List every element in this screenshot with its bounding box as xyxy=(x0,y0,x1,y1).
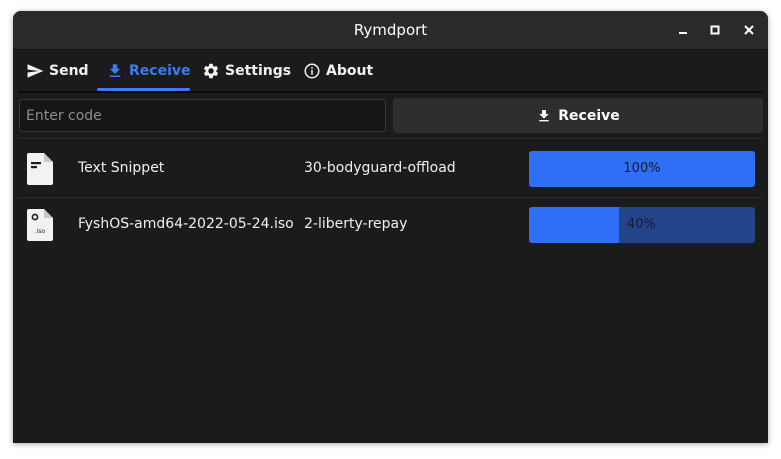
transfer-row: Text Snippet 30-bodyguard-offload 100% xyxy=(13,141,768,197)
title-bar[interactable]: Rymdport xyxy=(13,11,768,50)
iso-icon-label: .iso xyxy=(35,228,46,235)
minimize-icon[interactable] xyxy=(673,20,693,40)
window-title: Rymdport xyxy=(353,21,428,39)
tab-send[interactable]: Send xyxy=(26,50,89,91)
transfer-name: FyshOS-amd64-2022-05-24.iso xyxy=(78,216,294,232)
code-input[interactable] xyxy=(19,99,386,132)
transfer-row: .iso FyshOS-amd64-2022-05-24.iso 2-liber… xyxy=(13,197,768,253)
list-divider xyxy=(18,138,763,139)
download-icon xyxy=(109,63,121,77)
app-window: Rymdport Send Receive Settings About Ent… xyxy=(13,11,768,443)
receive-button-label: Receive xyxy=(558,107,620,124)
text-file-icon xyxy=(27,153,53,185)
send-icon xyxy=(27,63,44,78)
progress-fill xyxy=(529,207,620,243)
download-icon xyxy=(539,109,549,121)
tab-receive[interactable]: Receive xyxy=(106,50,191,91)
iso-file-icon: .iso xyxy=(27,209,53,241)
tab-settings[interactable]: Settings xyxy=(202,50,291,91)
tab-send-label: Send xyxy=(49,62,89,79)
transfer-code: 2-liberty-repay xyxy=(304,216,408,232)
tab-receive-label: Receive xyxy=(129,62,191,79)
transfer-code: 30-bodyguard-offload xyxy=(304,160,456,176)
receive-button[interactable]: Receive xyxy=(393,98,763,133)
transfer-name: Text Snippet xyxy=(78,160,165,176)
gear-icon xyxy=(203,63,219,78)
tab-about[interactable]: About xyxy=(303,50,373,91)
maximize-icon[interactable] xyxy=(705,20,725,40)
progress-label: 40% xyxy=(627,217,656,232)
transfer-progress: 100% xyxy=(529,151,755,187)
progress-label: 100% xyxy=(623,161,661,176)
info-icon xyxy=(304,63,320,78)
tab-about-label: About xyxy=(326,62,374,79)
transfer-progress: 40% xyxy=(529,207,755,243)
close-icon[interactable] xyxy=(739,20,759,40)
tabs-divider xyxy=(18,91,763,93)
tab-bar: Send Receive Settings About xyxy=(13,50,768,91)
tab-settings-label: Settings xyxy=(225,62,292,79)
